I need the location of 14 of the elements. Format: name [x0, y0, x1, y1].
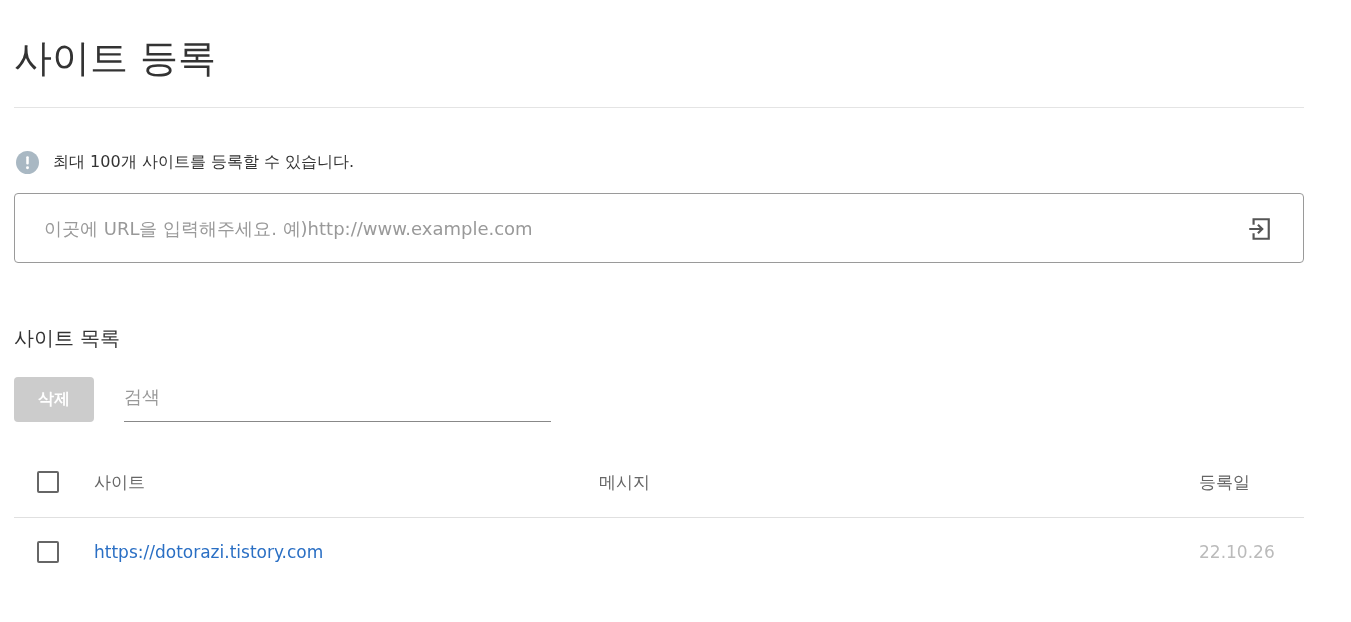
url-input-field[interactable]: 이곳에 URL을 입력해주세요. 예)http://www.example.com — [14, 193, 1304, 263]
row-checkbox[interactable] — [37, 541, 59, 563]
select-all-checkbox[interactable] — [37, 471, 59, 493]
column-header: 등록일 — [1199, 471, 1250, 492]
notice-text: 최대 100개 사이트를 등록할 수 있습니다. — [53, 151, 355, 173]
site-link[interactable]: https://dotorazi.tistory.com — [94, 542, 324, 562]
date-cell: 22.10.26 — [1199, 542, 1275, 562]
enter-icon[interactable] — [1246, 216, 1272, 242]
column-header: 사이트 — [94, 471, 145, 492]
section-heading: 사이트 목록 — [14, 325, 121, 352]
search-field[interactable]: 검색 — [124, 376, 551, 422]
page-title: 사이트 등록 — [14, 35, 217, 82]
column-header: 메시지 — [599, 471, 650, 492]
info-icon — [16, 150, 39, 174]
